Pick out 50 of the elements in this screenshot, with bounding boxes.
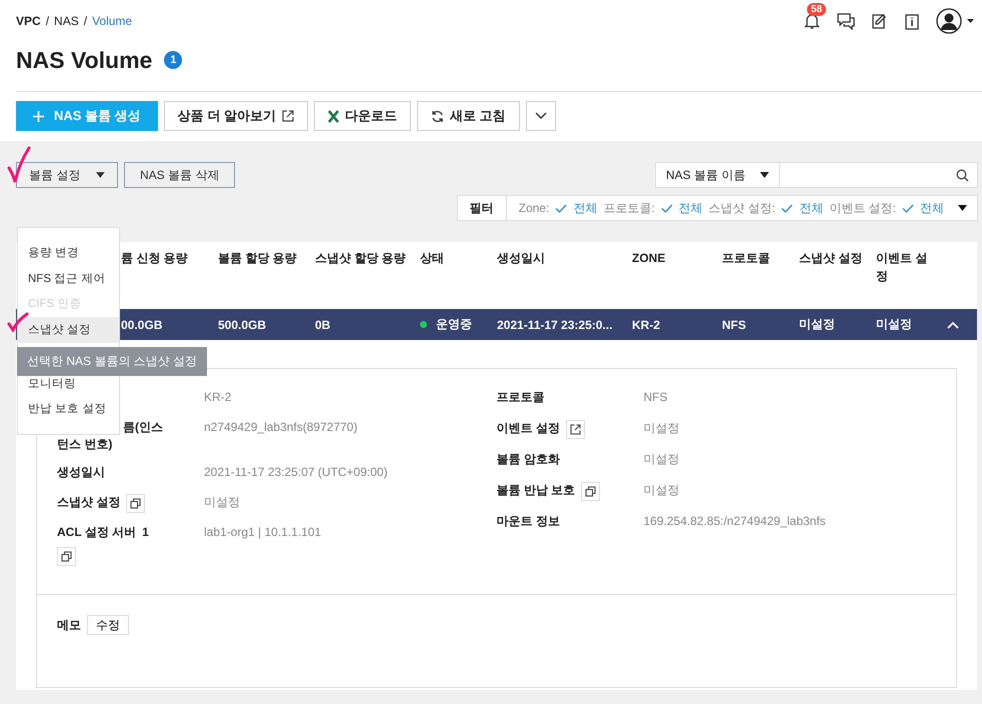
detail-label: 스냅샷 설정: [57, 494, 120, 511]
detail-value: 미설정: [644, 451, 680, 468]
detail-value: 2021-11-17 23:25:07 (UTC+09:00): [204, 464, 388, 481]
table-cell: 2021-11-17 23:25:0...: [497, 318, 612, 332]
column-header: 륨 신청 용량: [121, 250, 189, 267]
column-header: 볼륨 할당 용량: [218, 250, 298, 267]
filter-name: 프로토콜:: [603, 200, 655, 216]
filter-name: Zone:: [518, 201, 550, 215]
column-header: 이벤트 설정: [876, 250, 928, 285]
notification-badge: 58: [807, 3, 826, 16]
tooltip: 선택한 NAS 볼륨의 스냅샷 설정: [17, 347, 208, 376]
table-cell: 운영중: [436, 316, 472, 333]
detail-value: n2749429_lab3nfs(8972770): [204, 419, 358, 436]
count-badge: 1: [164, 51, 182, 69]
table-cell: 500.0GB: [218, 318, 266, 332]
detail-value: 미설정: [644, 420, 680, 437]
detail-label: 프로토콜: [496, 389, 544, 406]
column-header: 스냅샷 설정: [799, 250, 864, 267]
detail-value: 미설정: [204, 494, 240, 511]
detail-count: 1: [142, 524, 149, 541]
page-title: NAS Volume: [16, 46, 152, 74]
detail-label: 마운트 정보: [496, 513, 560, 530]
detail-label: 이벤트 설정: [496, 420, 560, 437]
table-cell: KR-2: [632, 318, 660, 332]
detail-label: 름(인스턴스 번호): [57, 419, 164, 453]
table-cell: 0B: [315, 318, 330, 332]
detail-label: ACL 설정 서버: [57, 524, 136, 541]
column-header: ZONE: [632, 250, 666, 267]
detail-value: NFS: [644, 389, 668, 406]
detail-label: 생성일시: [57, 464, 105, 481]
table-cell: 미설정: [876, 316, 912, 333]
detail-label: 볼륨 반납 보호: [496, 482, 576, 499]
detail-value: 169.254.82.85:/n2749429_lab3nfs: [644, 513, 826, 530]
detail-label: 볼륨 암호화: [496, 451, 560, 468]
table-cell: 00.0GB: [121, 318, 162, 332]
column-header: 스냅샷 할당 용량: [315, 250, 407, 267]
table-cell: 미설정: [799, 316, 835, 333]
column-header: 생성일시: [497, 250, 546, 267]
column-header: 상태: [420, 250, 445, 267]
filter-label: 필터: [458, 196, 507, 220]
breadcrumb-separator: /: [84, 14, 88, 28]
detail-value: 미설정: [644, 482, 680, 499]
memo-label: 메모: [57, 616, 81, 634]
detail-value: KR-2: [204, 389, 232, 406]
filter-name: 스냅샷 설정:: [708, 200, 776, 216]
filter-name: 이벤트 설정:: [829, 200, 896, 216]
column-header: 프로토콜: [722, 250, 771, 267]
breadcrumb-separator: /: [46, 14, 50, 28]
detail-value: lab1-org1 | 10.1.1.101: [204, 524, 322, 541]
table-cell: NFS: [722, 318, 746, 332]
